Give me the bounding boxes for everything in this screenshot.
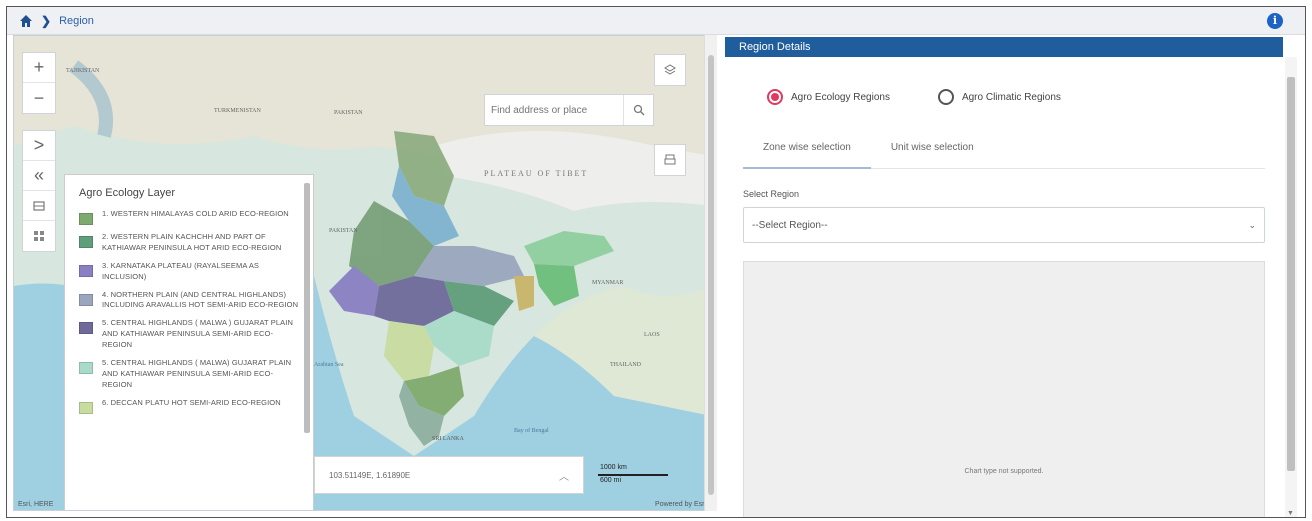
coordinate-readout: 103.51149E, 1.61890E <box>329 470 411 480</box>
radio-selected-icon[interactable] <box>767 89 783 105</box>
chevron-right-icon: ❯ <box>41 13 52 28</box>
breadcrumb-current[interactable]: Region <box>59 15 94 27</box>
tab-zone-wise[interactable]: Zone wise selection <box>743 135 871 169</box>
map-view[interactable]: TAJIKISTAN TURKMENISTAN PAKISTAN PLATEAU… <box>13 35 711 511</box>
map-label: LAOS <box>644 332 660 338</box>
basemap-toggle-icon[interactable] <box>654 54 686 86</box>
radio-unselected-icon[interactable] <box>937 89 954 105</box>
print-icon[interactable] <box>654 144 686 176</box>
zoom-in-button[interactable]: + <box>23 53 55 83</box>
chevron-up-icon[interactable]: ︿ <box>559 468 569 483</box>
selection-tabs: Zone wise selection Unit wise selection <box>743 135 1265 169</box>
legend-item: 3. KARNATAKA PLATEAU (RAYALSEEMA AS INCL… <box>79 261 299 283</box>
legend-item: 6. DECCAN PLATU HOT SEMI-ARID ECO-REGION <box>79 398 299 414</box>
legend-item: 4. NORTHERN PLAIN (AND CENTRAL HIGHLANDS… <box>79 290 299 312</box>
scroll-down-icon: ▼ <box>1287 510 1294 517</box>
legend-swatch <box>79 401 93 414</box>
zoom-controls: + − <box>22 52 56 114</box>
tab-unit-wise[interactable]: Unit wise selection <box>871 135 994 169</box>
scale-km: 1000 km <box>600 464 627 471</box>
map-search <box>484 94 654 126</box>
basemap-gallery-icon[interactable] <box>23 221 55 251</box>
legend-label: 3. KARNATAKA PLATEAU (RAYALSEEMA AS INCL… <box>102 260 260 281</box>
legend-label: 2. WESTERN PLAIN KACHCHH AND PART OF KAT… <box>102 232 282 252</box>
coordinate-widget: 103.51149E, 1.61890E ︿ <box>314 456 584 494</box>
attribution-right[interactable]: Powered by Esri <box>655 501 706 508</box>
map-label: THAILAND <box>610 362 642 368</box>
legend-item: 2. WESTERN PLAIN KACHCHH AND PART OF KAT… <box>79 232 299 254</box>
legend-label: 6. DECCAN PLATU HOT SEMI-ARID ECO-REGION <box>102 397 281 407</box>
chart-container: Chart type not supported. <box>743 261 1265 517</box>
select-region-dropdown[interactable]: --Select Region-- ⌄ <box>743 207 1265 243</box>
collapse-button[interactable]: « <box>23 161 55 191</box>
chevron-down-icon: ⌄ <box>1248 219 1256 230</box>
map-label: PAKISTAN <box>334 110 363 116</box>
radio-agro-ecology[interactable]: Agro Ecology Regions <box>767 89 890 105</box>
chart-message: Chart type not supported. <box>964 468 1044 475</box>
search-icon[interactable] <box>623 95 653 125</box>
legend-scrollbar[interactable] <box>304 183 310 433</box>
search-input[interactable] <box>485 96 624 124</box>
legend-swatch <box>79 213 93 225</box>
select-region-label: Select Region <box>743 189 800 199</box>
legend-label: 4. NORTHERN PLAIN (AND CENTRAL HIGHLANDS… <box>102 289 299 310</box>
legend-swatch <box>79 322 93 335</box>
legend-label: 5. CENTRAL HIGHLANDS ( MALWA) GUJARAT PL… <box>102 357 292 389</box>
map-label: Arabian Sea <box>314 362 344 368</box>
radio-label: Agro Climatic Regions <box>961 91 1061 103</box>
legend-label: 1. WESTERN HIMALAYAS COLD ARID ECO-REGIO… <box>102 209 289 218</box>
legend-panel: Agro Ecology Layer 1. WESTERN HIMALAYAS … <box>64 174 314 510</box>
map-label: PAKISTAN <box>329 228 358 234</box>
legend-label: 5. CENTRAL HIGHLANDS ( MALWA ) GUJARAT P… <box>102 318 293 349</box>
legend-item: 5. CENTRAL HIGHLANDS ( MALWA ) GUJARAT P… <box>79 318 299 351</box>
home-icon[interactable] <box>19 14 33 28</box>
panel-header: Region Details <box>725 37 1283 57</box>
map-label: TAJIKISTAN <box>66 68 100 74</box>
legend-item: 5. CENTRAL HIGHLANDS ( MALWA) GUJARAT PL… <box>79 358 299 391</box>
scale-bar: 1000 km 600 mi <box>598 464 688 488</box>
app-frame: ❯ Region i TAJIKISTAN TURKMENISTAN PAKIS… <box>6 6 1306 518</box>
zoom-out-button[interactable]: − <box>23 83 55 113</box>
layer-tool-controls: > « <box>22 130 56 252</box>
radio-agro-climatic[interactable]: Agro Climatic Regions <box>937 89 1061 105</box>
legend-item: 1. WESTERN HIMALAYAS COLD ARID ECO-REGIO… <box>79 209 299 225</box>
radio-label: Agro Ecology Regions <box>791 91 890 103</box>
attribution-left: Esri, HERE <box>18 501 54 508</box>
region-type-radio-group: Agro Ecology Regions Agro Climatic Regio… <box>767 89 1061 105</box>
legend-list: 1. WESTERN HIMALAYAS COLD ARID ECO-REGIO… <box>79 209 299 414</box>
region-details-panel: Region Details Agro Ecology Regions Agro… <box>725 37 1297 517</box>
map-label: PLATEAU OF TIBET <box>484 169 588 178</box>
map-label: TURKMENISTAN <box>214 108 262 114</box>
map-scrollbar[interactable] <box>704 35 717 511</box>
info-icon[interactable]: i <box>1267 13 1283 29</box>
select-value: --Select Region-- <box>752 219 828 231</box>
legend-swatch <box>79 264 93 277</box>
legend-swatch <box>79 236 93 248</box>
expand-button[interactable]: > <box>23 131 55 161</box>
panel-scrollbar[interactable]: ▼ <box>1285 57 1297 517</box>
map-label: Bay of Bengal <box>514 427 549 434</box>
layers-icon[interactable] <box>23 191 55 221</box>
legend-swatch <box>79 293 93 306</box>
map-label: SRI LANKA <box>432 436 465 442</box>
legend-title: Agro Ecology Layer <box>79 187 175 199</box>
scale-mi: 600 mi <box>600 477 622 484</box>
breadcrumb: ❯ Region i <box>7 7 1305 35</box>
legend-swatch <box>79 361 93 374</box>
map-label: MYANMAR <box>592 280 623 286</box>
